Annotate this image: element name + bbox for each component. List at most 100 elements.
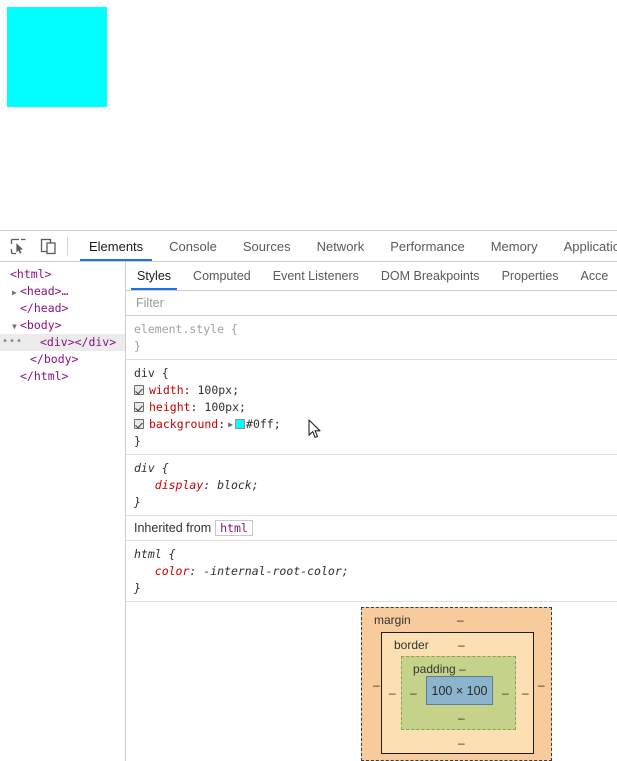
toolbar-icon-group <box>0 231 63 261</box>
declaration-value[interactable]: #0ff; <box>246 417 281 431</box>
style-filter-row[interactable]: Filter <box>126 291 617 316</box>
dom-node-row[interactable]: ▶ <head>… <box>0 283 125 300</box>
content-size-label: 100 × 100 <box>431 683 488 698</box>
inspect-element-icon[interactable] <box>7 235 29 257</box>
margin-left-value[interactable]: – <box>373 678 380 692</box>
chevron-right-icon[interactable]: ▶ <box>12 284 22 301</box>
ellipsis-icon[interactable]: ••• <box>2 337 23 347</box>
inherited-from-header: Inherited from html <box>126 516 617 541</box>
declaration-value: -internal-root-color; <box>203 564 349 578</box>
rule-html-user-agent[interactable]: html { color: -internal-root-color; } <box>126 541 617 602</box>
main-tab-applicatio[interactable]: Applicatio <box>551 231 617 261</box>
box-model-border-label: border <box>394 638 429 652</box>
border-right-value[interactable]: – <box>522 686 529 700</box>
dom-node-label: </body> <box>30 352 79 366</box>
main-tab-console[interactable]: Console <box>156 231 230 261</box>
rule-div-user-agent[interactable]: div { display: block; } <box>126 455 617 516</box>
dom-node-label: </head> <box>20 301 69 315</box>
dom-node-row[interactable]: <html> <box>0 266 125 283</box>
main-tab-label: Elements <box>88 238 144 254</box>
main-tab-label: Network <box>316 238 365 254</box>
sub-tab-computed[interactable]: Computed <box>182 262 262 290</box>
declaration-enabled-checkbox[interactable] <box>134 402 144 412</box>
sub-tab-label: Styles <box>137 269 172 283</box>
declaration-display[interactable]: display: block; <box>134 477 617 494</box>
dom-node-label: <head>… <box>20 284 69 298</box>
main-tab-elements[interactable]: Elements <box>76 231 156 261</box>
declaration-value[interactable]: 100px; <box>204 400 246 414</box>
declaration-background[interactable]: background: ▶ #0ff; <box>134 416 617 433</box>
sub-tab-label: Acce <box>580 269 609 283</box>
declaration-height[interactable]: height: 100px; <box>134 399 617 416</box>
declaration-property: color <box>154 564 190 578</box>
rule-selector: div { <box>134 461 169 475</box>
declaration-enabled-checkbox[interactable] <box>134 419 144 429</box>
main-tab-network[interactable]: Network <box>304 231 378 261</box>
dom-node-row[interactable]: </head> <box>0 300 125 317</box>
sub-tab-dom-breakpoints[interactable]: DOM Breakpoints <box>370 262 491 290</box>
sub-tab-styles[interactable]: Styles <box>126 262 182 290</box>
padding-top-value[interactable]: – <box>459 662 466 676</box>
dom-node-row[interactable]: ▼ <body> <box>0 317 125 334</box>
devtools-toolbar: Elements Console Sources Network Performance… <box>0 231 617 262</box>
chevron-right-icon[interactable]: ▶ <box>228 416 233 433</box>
box-model-padding[interactable]: padding – – – – 100 × 100 <box>401 656 516 730</box>
padding-right-value[interactable]: – <box>502 686 509 700</box>
declaration-color[interactable]: color: -internal-root-color; <box>134 563 617 580</box>
main-tab-memory[interactable]: Memory <box>478 231 551 261</box>
declaration-value[interactable]: 100px; <box>197 383 239 397</box>
rule-div-author[interactable]: div { width: 100px; height: 100px; backg… <box>126 360 617 455</box>
sub-tab-label: DOM Breakpoints <box>380 269 480 283</box>
main-tab-label: Sources <box>242 238 291 254</box>
sub-tab-event-listeners[interactable]: Event Listeners <box>262 262 370 290</box>
inherited-from-label: Inherited from <box>134 521 212 535</box>
sub-tab-label: Event Listeners <box>272 269 359 283</box>
padding-bottom-value[interactable]: – <box>458 711 465 725</box>
main-tab-sources[interactable]: Sources <box>230 231 304 261</box>
css-rules-list: element.style { } div { width: 100px; he… <box>126 316 617 602</box>
dom-node-label: <html> <box>10 267 52 281</box>
declaration-value: block; <box>217 478 259 492</box>
dom-node-row[interactable]: </html> <box>0 368 125 385</box>
margin-top-value[interactable]: – <box>457 613 464 627</box>
inherited-from-element[interactable]: html <box>215 520 253 536</box>
rule-element-style[interactable]: element.style { } <box>126 316 617 360</box>
dom-node-row[interactable]: ••• <div></div> <box>0 334 125 351</box>
main-tab-label: Performance <box>390 238 465 254</box>
declaration-width[interactable]: width: 100px; <box>134 382 617 399</box>
box-model-border[interactable]: border – – – – padding – – – – 100 × 100 <box>381 632 534 754</box>
main-tab-label: Memory <box>490 238 538 254</box>
rule-selector: html { <box>134 547 176 561</box>
box-model-margin[interactable]: margin – – – – border – – – – padding – … <box>361 607 552 761</box>
dom-node-row[interactable]: </body> <box>0 351 125 368</box>
dom-tree-pane[interactable]: <html> ▶ <head>… </head> ▼ <body> ••• <div></di… <box>0 262 126 761</box>
rule-selector: div { <box>134 366 169 380</box>
filter-input[interactable]: Filter <box>136 296 164 310</box>
declaration-colon: : <box>183 383 198 397</box>
declaration-property[interactable]: background <box>149 417 218 431</box>
main-tab-label: Applicatio <box>563 238 617 254</box>
margin-right-value[interactable]: – <box>538 678 545 692</box>
sub-tab-properties[interactable]: Properties <box>491 262 570 290</box>
main-tab-performance[interactable]: Performance <box>377 231 477 261</box>
devtools-screenshot: Elements Console Sources Network Performance… <box>0 0 617 761</box>
dom-node-label: <div></div> <box>40 335 117 349</box>
declaration-colon: : <box>218 417 226 431</box>
chevron-down-icon[interactable]: ▼ <box>12 318 22 335</box>
sub-tab-acce[interactable]: Acce <box>570 262 617 290</box>
border-bottom-value[interactable]: – <box>458 736 465 750</box>
rule-close-brace: } <box>134 434 141 448</box>
color-swatch[interactable] <box>235 419 246 429</box>
device-toolbar-icon[interactable] <box>37 235 59 257</box>
box-model-content[interactable]: 100 × 100 <box>426 676 493 705</box>
rule-close-brace: } <box>134 581 141 595</box>
border-top-value[interactable]: – <box>458 638 465 652</box>
declaration-property[interactable]: width <box>149 383 184 397</box>
declaration-enabled-checkbox[interactable] <box>134 385 144 395</box>
border-left-value[interactable]: – <box>389 686 396 700</box>
rule-selector: element.style { <box>134 322 238 336</box>
declaration-property[interactable]: height <box>149 400 191 414</box>
box-model-margin-label: margin <box>374 613 411 627</box>
padding-left-value[interactable]: – <box>410 686 417 700</box>
